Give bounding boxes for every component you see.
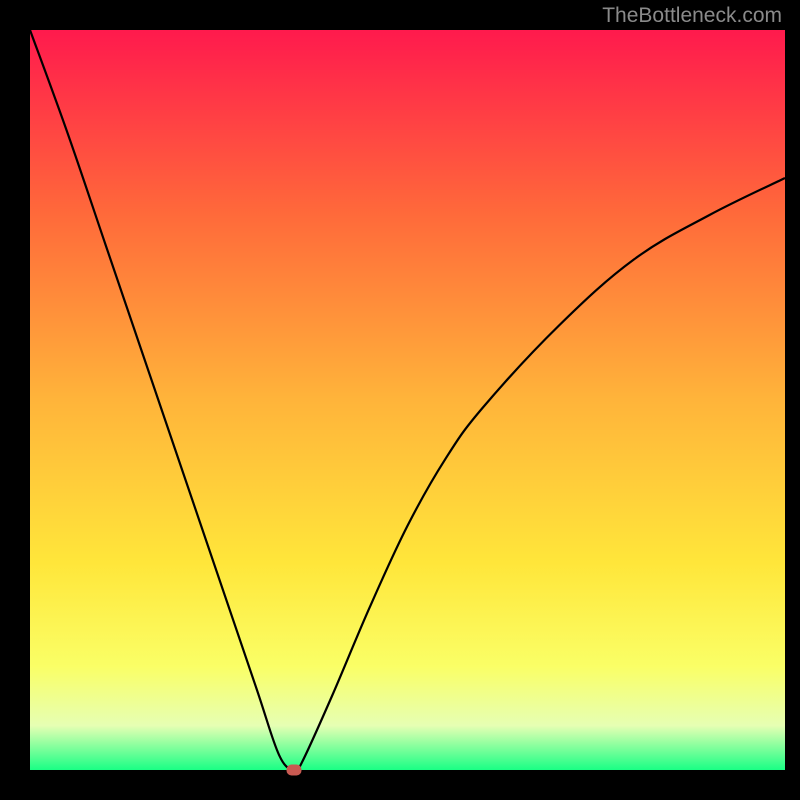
chart-container: TheBottleneck.com xyxy=(0,0,800,800)
gradient-background xyxy=(30,30,785,770)
plot-area xyxy=(30,30,785,770)
chart-svg xyxy=(30,30,785,770)
optimum-marker xyxy=(287,765,302,776)
watermark-text: TheBottleneck.com xyxy=(602,4,782,28)
